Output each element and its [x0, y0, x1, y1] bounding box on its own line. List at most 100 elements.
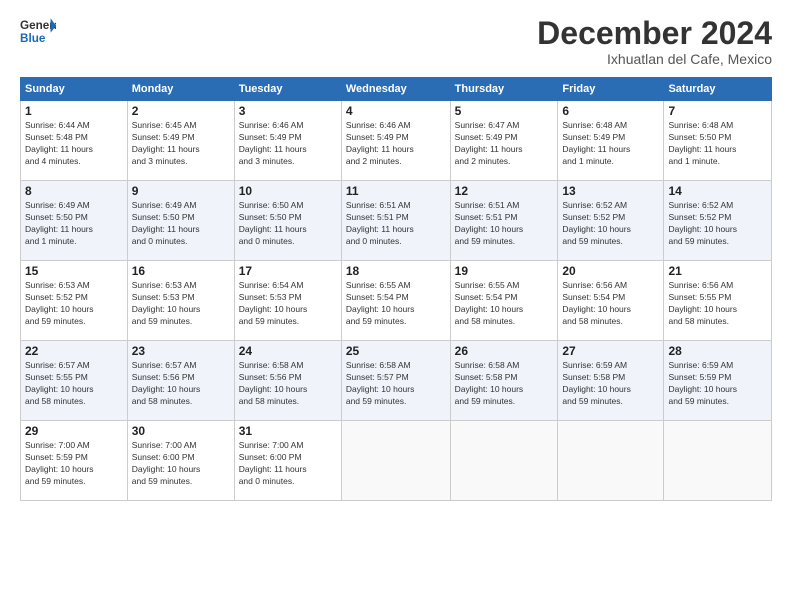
- day-cell: 26 Sunrise: 6:58 AM Sunset: 5:58 PM Dayli…: [450, 341, 558, 421]
- day-cell: [341, 421, 450, 501]
- day-info: Sunrise: 6:55 AM Sunset: 5:54 PM Dayligh…: [455, 280, 554, 328]
- day-info: Sunrise: 6:54 AM Sunset: 5:53 PM Dayligh…: [239, 280, 337, 328]
- day-cell: 6 Sunrise: 6:48 AM Sunset: 5:49 PM Daylig…: [558, 101, 664, 181]
- day-cell: 16 Sunrise: 6:53 AM Sunset: 5:53 PM Dayli…: [127, 261, 234, 341]
- day-number: 8: [25, 184, 123, 198]
- day-info: Sunrise: 6:48 AM Sunset: 5:50 PM Dayligh…: [668, 120, 767, 168]
- day-cell: 1 Sunrise: 6:44 AM Sunset: 5:48 PM Daylig…: [21, 101, 128, 181]
- day-cell: 31 Sunrise: 7:00 AM Sunset: 6:00 PM Dayli…: [234, 421, 341, 501]
- day-number: 10: [239, 184, 337, 198]
- day-cell: 30Sunrise: 7:00 AM Sunset: 6:00 PM Dayli…: [127, 421, 234, 501]
- day-number: 2: [132, 104, 230, 118]
- day-cell: 20 Sunrise: 6:56 AM Sunset: 5:54 PM Dayli…: [558, 261, 664, 341]
- day-cell: [558, 421, 664, 501]
- day-number: 22: [25, 344, 123, 358]
- day-number: 11: [346, 184, 446, 198]
- day-number: 30: [132, 424, 230, 438]
- col-header-friday: Friday: [558, 78, 664, 101]
- day-cell: 28 Sunrise: 6:59 AM Sunset: 5:59 PM Dayli…: [664, 341, 772, 421]
- week-row-5: 29Sunrise: 7:00 AM Sunset: 5:59 PM Dayli…: [21, 421, 772, 501]
- day-info: Sunrise: 6:53 AM Sunset: 5:52 PM Dayligh…: [25, 280, 123, 328]
- day-info: Sunrise: 6:51 AM Sunset: 5:51 PM Dayligh…: [455, 200, 554, 248]
- day-number: 5: [455, 104, 554, 118]
- day-number: 31: [239, 424, 337, 438]
- day-number: 1: [25, 104, 123, 118]
- day-info: Sunrise: 7:00 AM Sunset: 6:00 PM Dayligh…: [239, 440, 337, 488]
- day-cell: 12 Sunrise: 6:51 AM Sunset: 5:51 PM Dayli…: [450, 181, 558, 261]
- day-number: 7: [668, 104, 767, 118]
- day-number: 28: [668, 344, 767, 358]
- day-info: Sunrise: 6:58 AM Sunset: 5:58 PM Dayligh…: [455, 360, 554, 408]
- day-cell: 8Sunrise: 6:49 AM Sunset: 5:50 PM Daylig…: [21, 181, 128, 261]
- day-cell: 18 Sunrise: 6:55 AM Sunset: 5:54 PM Dayli…: [341, 261, 450, 341]
- day-info: Sunrise: 6:46 AM Sunset: 5:49 PM Dayligh…: [346, 120, 446, 168]
- day-number: 26: [455, 344, 554, 358]
- day-number: 17: [239, 264, 337, 278]
- day-info: Sunrise: 6:53 AM Sunset: 5:53 PM Dayligh…: [132, 280, 230, 328]
- week-row-4: 22Sunrise: 6:57 AM Sunset: 5:55 PM Dayli…: [21, 341, 772, 421]
- title-block: December 2024 Ixhuatlan del Cafe, Mexico: [537, 16, 772, 67]
- day-number: 23: [132, 344, 230, 358]
- day-number: 16: [132, 264, 230, 278]
- header-row: SundayMondayTuesdayWednesdayThursdayFrid…: [21, 78, 772, 101]
- day-cell: 4 Sunrise: 6:46 AM Sunset: 5:49 PM Daylig…: [341, 101, 450, 181]
- location: Ixhuatlan del Cafe, Mexico: [537, 51, 772, 67]
- day-info: Sunrise: 6:47 AM Sunset: 5:49 PM Dayligh…: [455, 120, 554, 168]
- day-number: 14: [668, 184, 767, 198]
- day-info: Sunrise: 6:59 AM Sunset: 5:58 PM Dayligh…: [562, 360, 659, 408]
- day-cell: 2 Sunrise: 6:45 AM Sunset: 5:49 PM Daylig…: [127, 101, 234, 181]
- day-number: 6: [562, 104, 659, 118]
- logo-icon: General Blue: [20, 16, 56, 46]
- day-info: Sunrise: 6:58 AM Sunset: 5:56 PM Dayligh…: [239, 360, 337, 408]
- col-header-saturday: Saturday: [664, 78, 772, 101]
- day-info: Sunrise: 6:58 AM Sunset: 5:57 PM Dayligh…: [346, 360, 446, 408]
- day-cell: 25Sunrise: 6:58 AM Sunset: 5:57 PM Dayli…: [341, 341, 450, 421]
- day-info: Sunrise: 6:56 AM Sunset: 5:54 PM Dayligh…: [562, 280, 659, 328]
- day-cell: [664, 421, 772, 501]
- day-number: 19: [455, 264, 554, 278]
- col-header-thursday: Thursday: [450, 78, 558, 101]
- day-number: 12: [455, 184, 554, 198]
- col-header-wednesday: Wednesday: [341, 78, 450, 101]
- day-cell: 9Sunrise: 6:49 AM Sunset: 5:50 PM Daylig…: [127, 181, 234, 261]
- day-number: 27: [562, 344, 659, 358]
- day-info: Sunrise: 6:59 AM Sunset: 5:59 PM Dayligh…: [668, 360, 767, 408]
- day-cell: 5 Sunrise: 6:47 AM Sunset: 5:49 PM Daylig…: [450, 101, 558, 181]
- day-number: 13: [562, 184, 659, 198]
- day-cell: 3Sunrise: 6:46 AM Sunset: 5:49 PM Daylig…: [234, 101, 341, 181]
- week-row-1: 1 Sunrise: 6:44 AM Sunset: 5:48 PM Daylig…: [21, 101, 772, 181]
- day-cell: 11 Sunrise: 6:51 AM Sunset: 5:51 PM Dayli…: [341, 181, 450, 261]
- day-info: Sunrise: 6:56 AM Sunset: 5:55 PM Dayligh…: [668, 280, 767, 328]
- day-cell: 19 Sunrise: 6:55 AM Sunset: 5:54 PM Dayli…: [450, 261, 558, 341]
- day-cell: 21 Sunrise: 6:56 AM Sunset: 5:55 PM Dayli…: [664, 261, 772, 341]
- week-row-2: 8 Sunrise: 6:49 AM Sunset: 5:50 PM Daylig…: [21, 181, 772, 261]
- day-cell: 13Sunrise: 6:52 AM Sunset: 5:52 PM Dayli…: [558, 181, 664, 261]
- day-cell: 7 Sunrise: 6:48 AM Sunset: 5:50 PM Daylig…: [664, 101, 772, 181]
- day-info: Sunrise: 7:00 AM Sunset: 5:59 PM Dayligh…: [25, 440, 123, 488]
- page: General Blue December 2024 Ixhuatlan del…: [0, 0, 792, 612]
- day-info: Sunrise: 6:45 AM Sunset: 5:49 PM Dayligh…: [132, 120, 230, 168]
- col-header-sunday: Sunday: [21, 78, 128, 101]
- day-number: 15: [25, 264, 123, 278]
- day-number: 21: [668, 264, 767, 278]
- day-number: 18: [346, 264, 446, 278]
- day-cell: 24 Sunrise: 6:58 AM Sunset: 5:56 PM Dayli…: [234, 341, 341, 421]
- day-info: Sunrise: 6:48 AM Sunset: 5:49 PM Dayligh…: [562, 120, 659, 168]
- week-row-3: 15 Sunrise: 6:53 AM Sunset: 5:52 PM Dayli…: [21, 261, 772, 341]
- day-number: 20: [562, 264, 659, 278]
- day-cell: 14 Sunrise: 6:52 AM Sunset: 5:52 PM Dayli…: [664, 181, 772, 261]
- day-info: Sunrise: 6:55 AM Sunset: 5:54 PM Dayligh…: [346, 280, 446, 328]
- col-header-monday: Monday: [127, 78, 234, 101]
- day-info: Sunrise: 6:44 AM Sunset: 5:48 PM Dayligh…: [25, 120, 123, 168]
- day-info: Sunrise: 6:50 AM Sunset: 5:50 PM Dayligh…: [239, 200, 337, 248]
- day-info: Sunrise: 6:52 AM Sunset: 5:52 PM Dayligh…: [668, 200, 767, 248]
- day-number: 4: [346, 104, 446, 118]
- day-cell: [450, 421, 558, 501]
- svg-text:Blue: Blue: [20, 32, 46, 45]
- day-info: Sunrise: 6:51 AM Sunset: 5:51 PM Dayligh…: [346, 200, 446, 248]
- day-number: 24: [239, 344, 337, 358]
- day-cell: 10 Sunrise: 6:50 AM Sunset: 5:50 PM Dayli…: [234, 181, 341, 261]
- day-info: Sunrise: 6:57 AM Sunset: 5:56 PM Dayligh…: [132, 360, 230, 408]
- day-info: Sunrise: 6:49 AM Sunset: 5:50 PM Dayligh…: [132, 200, 230, 248]
- day-number: 3: [239, 104, 337, 118]
